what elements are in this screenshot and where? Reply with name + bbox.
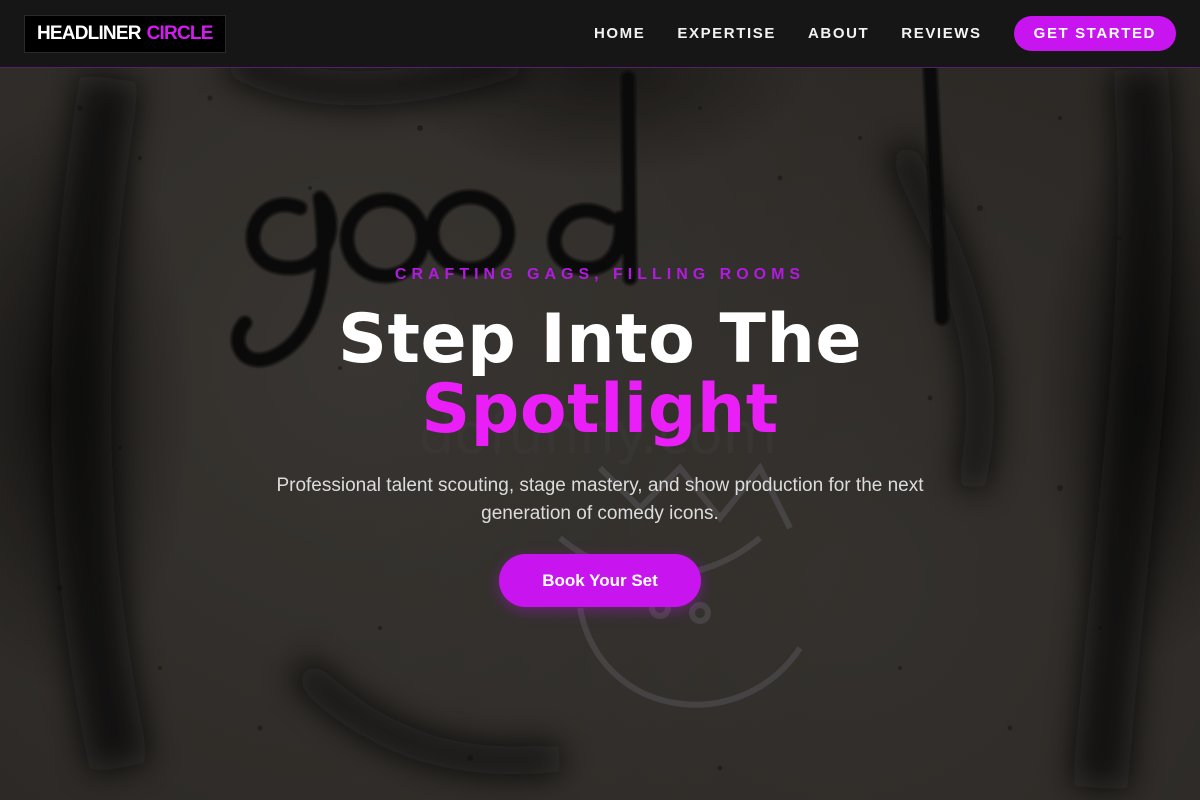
hero-section: dofunny.com CRAFTING GAGS, FILLING ROOMS…	[0, 68, 1200, 800]
get-started-button[interactable]: GET STARTED	[1013, 16, 1176, 51]
hero-title-line-1: Step Into The	[338, 300, 862, 379]
brand-word-2: CIRCLE	[146, 22, 214, 44]
hero-title-line-2: Spotlight	[421, 370, 779, 449]
hero-subtitle: Professional talent scouting, stage mast…	[276, 475, 924, 524]
brand-word-1: HEADLINER	[37, 22, 141, 44]
nav-link-home[interactable]: HOME	[594, 25, 645, 42]
brand-logo[interactable]: HEADLINER CIRCLE	[24, 14, 226, 53]
nav-link-expertise[interactable]: EXPERTISE	[677, 25, 776, 42]
book-your-set-button[interactable]: Book Your Set	[499, 554, 701, 607]
hero-eyebrow: CRAFTING GAGS, FILLING ROOMS	[394, 266, 806, 283]
nav-link-about[interactable]: ABOUT	[808, 25, 869, 42]
nav-menu: HOME EXPERTISE ABOUT REVIEWS GET STARTED	[562, 16, 1176, 51]
top-navbar: HEADLINER CIRCLE HOME EXPERTISE ABOUT RE…	[0, 0, 1200, 68]
nav-link-reviews[interactable]: REVIEWS	[901, 25, 981, 42]
